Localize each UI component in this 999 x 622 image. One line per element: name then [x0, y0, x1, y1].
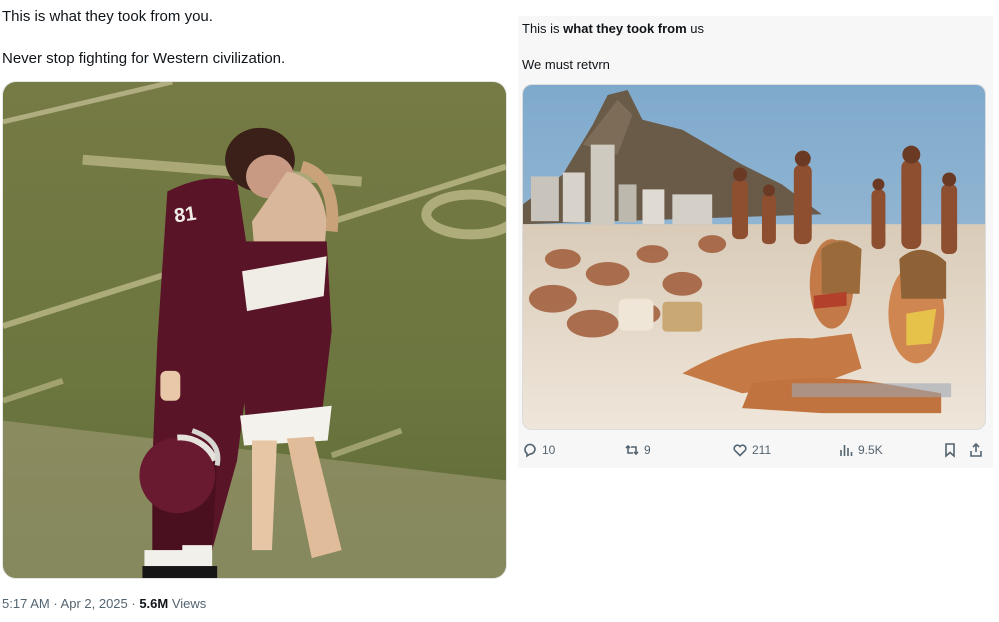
- left-post: This is what they took from you. Never s…: [0, 0, 512, 622]
- share-button[interactable]: [968, 440, 984, 460]
- action-bar: 10 9 211 9.5K: [518, 440, 993, 460]
- bookmark-button[interactable]: [942, 440, 958, 460]
- share-icon: [970, 442, 982, 457]
- views-count: 9.5K: [858, 443, 883, 457]
- text-suffix: us: [686, 21, 705, 36]
- like-button[interactable]: 211: [732, 440, 771, 460]
- post-time[interactable]: 5:17 AM: [2, 596, 50, 611]
- post-date[interactable]: Apr 2, 2025: [61, 596, 128, 611]
- meta-separator: ·: [49, 596, 61, 611]
- meta-separator: ·: [127, 596, 140, 611]
- bookmark-icon: [945, 443, 955, 458]
- post-photo-football-couple[interactable]: 81: [2, 81, 507, 579]
- post-photo-beach-scene[interactable]: [522, 84, 986, 430]
- views-count: 5.6M: [139, 596, 169, 611]
- right-post: This is what they took from us We must r…: [518, 16, 993, 468]
- post-text-line2: We must retvrn: [522, 57, 610, 72]
- analytics-icon: [840, 445, 853, 456]
- post-text-line1: This is what they took from us: [522, 21, 704, 37]
- views-label: Views: [171, 596, 207, 611]
- post-text-line2: Never stop fighting for Western civiliza…: [2, 50, 286, 67]
- reply-icon: [524, 443, 536, 458]
- post-meta: 5:17 AM · Apr 2, 2025 · 5.6M Views: [2, 596, 206, 611]
- post-text-line1: This is what they took from you.: [2, 8, 213, 25]
- text-bold: what they took from: [563, 21, 687, 36]
- jersey-number: 81: [173, 203, 198, 228]
- repost-button[interactable]: 9: [624, 440, 651, 460]
- reply-button[interactable]: 10: [522, 440, 555, 460]
- like-count: 211: [752, 443, 772, 457]
- repost-icon: [625, 444, 639, 456]
- heart-icon: [733, 444, 747, 457]
- views-button[interactable]: 9.5K: [838, 440, 883, 460]
- reply-count: 10: [542, 443, 556, 457]
- repost-count: 9: [644, 443, 651, 457]
- text-prefix: This is: [522, 21, 564, 36]
